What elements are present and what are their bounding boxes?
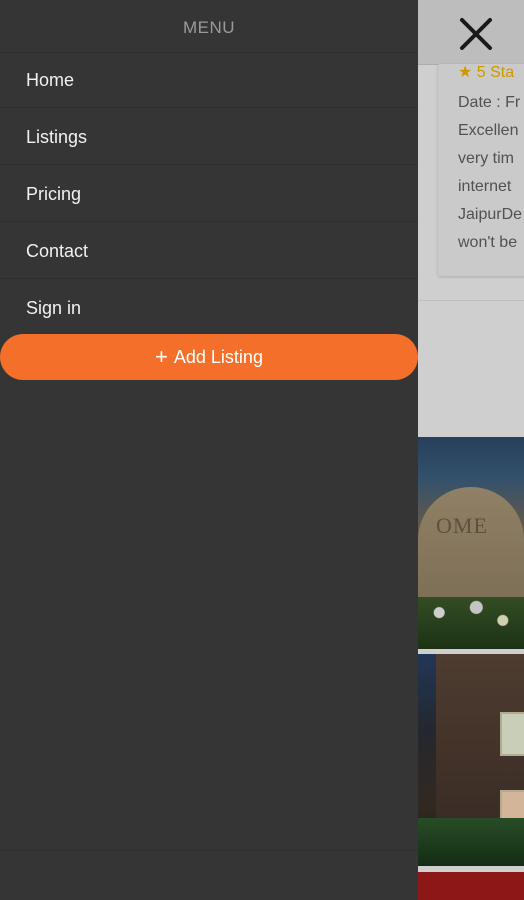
menu-title: MENU xyxy=(182,18,236,37)
menu-item-label: Sign in xyxy=(26,297,82,318)
menu-item-label: Contact xyxy=(26,240,89,261)
menu-item-label: Listings xyxy=(26,126,88,147)
menu-item-label: Home xyxy=(26,69,75,90)
drawer-bottom-divider xyxy=(0,850,418,851)
menu-item-sign-in[interactable]: Sign in xyxy=(0,280,418,336)
menu-item-pricing[interactable]: Pricing xyxy=(0,166,418,222)
add-listing-button[interactable]: + Add Listing xyxy=(0,334,418,380)
add-listing-label: Add Listing xyxy=(173,346,263,367)
navigation-drawer: MENU Home Listings Pricing Contact Sign … xyxy=(0,0,418,900)
menu-item-label: Pricing xyxy=(26,183,82,204)
plus-icon: + xyxy=(155,344,168,369)
menu-item-listings[interactable]: Listings xyxy=(0,109,418,165)
menu-item-contact[interactable]: Contact xyxy=(0,223,418,279)
menu-item-home[interactable]: Home xyxy=(0,52,418,108)
